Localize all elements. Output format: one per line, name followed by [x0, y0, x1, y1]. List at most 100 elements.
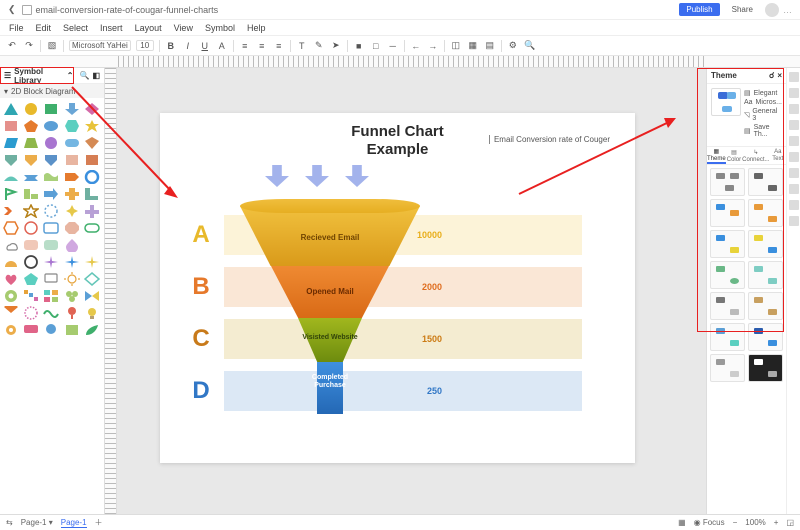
more-options-icon[interactable]: ⚙ [507, 40, 519, 52]
tool-comment-icon[interactable] [789, 184, 799, 194]
font-select[interactable]: Microsoft YaHei [69, 40, 131, 51]
preset-general3[interactable]: ◹General 3 [744, 107, 782, 123]
theme-item[interactable] [710, 292, 745, 320]
shape-circ-o[interactable] [23, 221, 39, 235]
document-name[interactable]: email-conversion-rate-of-cougar-funnel-c… [36, 5, 219, 15]
fill-color-icon[interactable]: ■ [353, 40, 365, 52]
pointer-icon[interactable]: ➤ [330, 40, 342, 52]
shape-leaf[interactable] [84, 323, 100, 337]
shape-square[interactable] [43, 102, 59, 116]
shape-plus[interactable] [84, 204, 100, 218]
search-symbols-icon[interactable]: 🔍 [79, 71, 89, 81]
shape-bulb[interactable] [84, 306, 100, 320]
tool-shape-icon[interactable] [789, 168, 799, 178]
shape-roundrect[interactable] [43, 221, 59, 235]
bold-icon[interactable]: B [165, 40, 177, 52]
shape-arrow-r[interactable] [43, 187, 59, 201]
add-page-icon[interactable]: ＋ [95, 517, 103, 528]
pages-dropdown[interactable]: Page-1 ▾ [21, 518, 53, 527]
shape-l[interactable] [84, 187, 100, 201]
theme-item[interactable] [710, 230, 745, 258]
shape-cloud[interactable] [3, 238, 19, 252]
publish-button[interactable]: Publish [679, 3, 719, 16]
theme-item[interactable] [710, 354, 745, 382]
shape-cross[interactable] [64, 187, 80, 201]
search-icon[interactable]: 🔍 [524, 40, 536, 52]
theme-item[interactable] [748, 292, 783, 320]
shape-shield2[interactable] [23, 153, 39, 167]
tool-layers-icon[interactable] [789, 200, 799, 210]
shape-star5[interactable] [64, 255, 80, 269]
tool-table-icon[interactable] [789, 136, 799, 146]
fullscreen-icon[interactable]: ◲ [786, 518, 794, 527]
theme-preview[interactable] [711, 88, 741, 116]
shape-arc[interactable] [3, 255, 19, 269]
shape-clover[interactable] [64, 289, 80, 303]
theme-item[interactable] [748, 168, 783, 196]
pen-icon[interactable]: ✎ [313, 40, 325, 52]
redo-icon[interactable]: ↷ [23, 40, 35, 52]
shape-ellipse[interactable] [43, 119, 59, 133]
font-color-icon[interactable]: A [216, 40, 228, 52]
shape-kite[interactable] [84, 136, 100, 150]
shape-cylinder[interactable] [3, 119, 19, 133]
shape-moon[interactable] [84, 238, 100, 252]
tab-color[interactable]: ▤Color [726, 147, 742, 164]
tool-theme-icon[interactable] [789, 88, 799, 98]
shape-rr3[interactable] [43, 238, 59, 252]
menu-help[interactable]: Help [244, 22, 269, 34]
theme-item[interactable] [710, 168, 745, 196]
back-button[interactable]: ❮ [8, 4, 16, 15]
tab-connect[interactable]: ↳Connect... [742, 147, 769, 164]
ungroup-icon[interactable]: ▤ [484, 40, 496, 52]
shape-shield3[interactable] [43, 153, 59, 167]
shape-pentagon2[interactable] [23, 272, 39, 286]
line-spacing-icon[interactable]: ≡ [273, 40, 285, 52]
undo-icon[interactable]: ↶ [6, 40, 18, 52]
chevron-up-icon[interactable]: ⌃ [67, 71, 74, 80]
theme-item[interactable] [748, 323, 783, 351]
shape-star4[interactable] [43, 255, 59, 269]
shape-circle[interactable] [23, 102, 39, 116]
shape-donut[interactable] [3, 289, 19, 303]
shape-gear[interactable] [3, 323, 19, 337]
menu-layout[interactable]: Layout [132, 22, 165, 34]
theme-item[interactable] [748, 230, 783, 258]
shape-trapezoid[interactable] [23, 136, 39, 150]
menu-edit[interactable]: Edit [33, 22, 55, 34]
zoom-in-icon[interactable]: + [774, 518, 779, 527]
input-arrow-3[interactable] [345, 165, 369, 187]
theme-item[interactable] [748, 261, 783, 289]
shape-pin[interactable] [64, 306, 80, 320]
shape-shield[interactable] [3, 153, 19, 167]
shape-sparkle[interactable] [64, 204, 80, 218]
italic-icon[interactable]: I [182, 40, 194, 52]
shape-pixels[interactable] [23, 289, 39, 303]
line-color-icon[interactable]: □ [370, 40, 382, 52]
shape-parallelogram[interactable] [3, 136, 19, 150]
shape-drop[interactable] [64, 238, 80, 252]
tool-text-icon[interactable] [789, 72, 799, 82]
shape-corner[interactable] [23, 187, 39, 201]
font-size[interactable]: 10 [136, 40, 154, 51]
shape-wave2[interactable] [43, 306, 59, 320]
zoom-level[interactable]: 100% [745, 518, 765, 527]
page-tab-active[interactable]: Page-1 [61, 518, 87, 528]
shape-cap[interactable] [84, 221, 100, 235]
canvas[interactable]: Funnel Chart Example Email Conversion ra… [105, 68, 706, 514]
preset-elegant[interactable]: ▤Elegant [744, 88, 782, 98]
input-arrow-1[interactable] [265, 165, 289, 187]
menu-file[interactable]: File [6, 22, 27, 34]
shape-chev[interactable] [3, 204, 19, 218]
arrow-end-icon[interactable]: → [427, 40, 439, 52]
symbol-library-header[interactable]: ☰ Symbol Library ⌃ 🔍 ◧ [0, 68, 104, 84]
funnel-shape[interactable]: Recieved Email Opened Mail Visisted Webs… [240, 199, 420, 419]
shape-hex-o[interactable] [3, 221, 19, 235]
focus-mode[interactable]: ◉ Focus [694, 518, 725, 527]
menu-symbol[interactable]: Symbol [202, 22, 238, 34]
tool-chart-icon[interactable] [789, 152, 799, 162]
tab-text[interactable]: AaText [770, 147, 786, 164]
shape-burst[interactable] [43, 204, 59, 218]
shape-star[interactable] [84, 119, 100, 133]
shape-star2[interactable] [23, 204, 39, 218]
